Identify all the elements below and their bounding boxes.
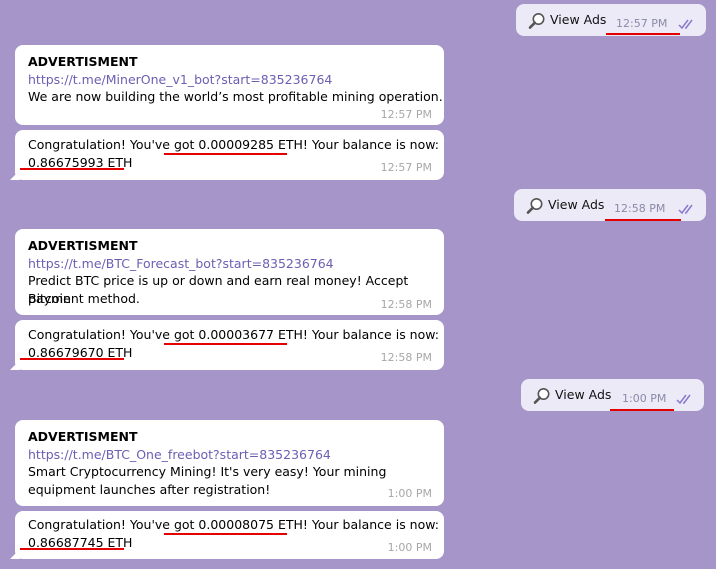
- message-time: 12:57 PM: [380, 161, 432, 174]
- time-underline: [605, 219, 681, 221]
- ad-message: ADVERTISMENT https://t.me/MinerOne_v1_bo…: [15, 45, 444, 125]
- message-time: 1:00 PM: [387, 487, 432, 500]
- reward-text: Congratulation! You've got 0.00009285 ET…: [28, 137, 440, 152]
- ad-text: We are now building the world’s most pro…: [28, 89, 443, 104]
- ad-title: ADVERTISMENT: [28, 429, 138, 444]
- balance-underline: [20, 358, 124, 360]
- read-checkmarks-icon: [678, 204, 693, 215]
- outgoing-message[interactable]: View Ads 12:57 PM: [516, 4, 706, 36]
- magnifier-icon: [528, 13, 545, 29]
- magnifier-icon: [533, 388, 550, 404]
- bubble-tail: [10, 170, 20, 180]
- reward-text: Congratulation! You've got 0.00003677 ET…: [28, 327, 440, 342]
- ad-text: equipment launches after registration!: [28, 482, 271, 497]
- amount-underline: [164, 153, 287, 155]
- ad-text: Smart Cryptocurrency Mining! It's very e…: [28, 464, 387, 479]
- view-ads-label: View Ads: [550, 12, 607, 27]
- amount-underline: [164, 533, 287, 535]
- message-time: 12:58 PM: [614, 202, 666, 215]
- reward-message: Congratulation! You've got 0.00009285 ET…: [10, 130, 444, 180]
- ad-text: payment method.: [28, 291, 140, 306]
- ad-link[interactable]: https://t.me/MinerOne_v1_bot?start=83523…: [28, 72, 332, 87]
- time-underline: [606, 33, 680, 35]
- view-ads-label: View Ads: [555, 387, 612, 402]
- view-ads-label: View Ads: [548, 197, 605, 212]
- amount-underline: [164, 343, 287, 345]
- outgoing-message[interactable]: View Ads 1:00 PM: [521, 379, 704, 411]
- ad-message: ADVERTISMENT https://t.me/BTC_One_freebo…: [15, 420, 444, 506]
- magnifier-icon: [526, 198, 543, 214]
- balance-underline: [20, 548, 124, 550]
- outgoing-message[interactable]: View Ads 12:58 PM: [514, 189, 706, 221]
- message-time: 12:57 PM: [616, 17, 668, 30]
- message-time: 1:00 PM: [622, 392, 667, 405]
- message-time: 12:58 PM: [380, 298, 432, 311]
- reward-message: Congratulation! You've got 0.00008075 ET…: [10, 511, 444, 559]
- ad-link[interactable]: https://t.me/BTC_One_freebot?start=83523…: [28, 447, 331, 462]
- reward-message: Congratulation! You've got 0.00003677 ET…: [10, 320, 444, 370]
- message-time: 12:58 PM: [380, 351, 432, 364]
- read-checkmarks-icon: [678, 19, 693, 30]
- message-time: 12:57 PM: [380, 108, 432, 121]
- ad-title: ADVERTISMENT: [28, 238, 138, 253]
- read-checkmarks-icon: [676, 394, 691, 405]
- bubble-tail: [10, 360, 20, 370]
- message-time: 1:00 PM: [387, 541, 432, 554]
- reward-text: Congratulation! You've got 0.00008075 ET…: [28, 517, 440, 532]
- ad-title: ADVERTISMENT: [28, 54, 138, 69]
- bubble-tail: [10, 549, 20, 559]
- balance-underline: [20, 168, 124, 170]
- ad-message: ADVERTISMENT https://t.me/BTC_Forecast_b…: [15, 229, 444, 315]
- time-underline: [610, 409, 674, 411]
- ad-link[interactable]: https://t.me/BTC_Forecast_bot?start=8352…: [28, 256, 334, 271]
